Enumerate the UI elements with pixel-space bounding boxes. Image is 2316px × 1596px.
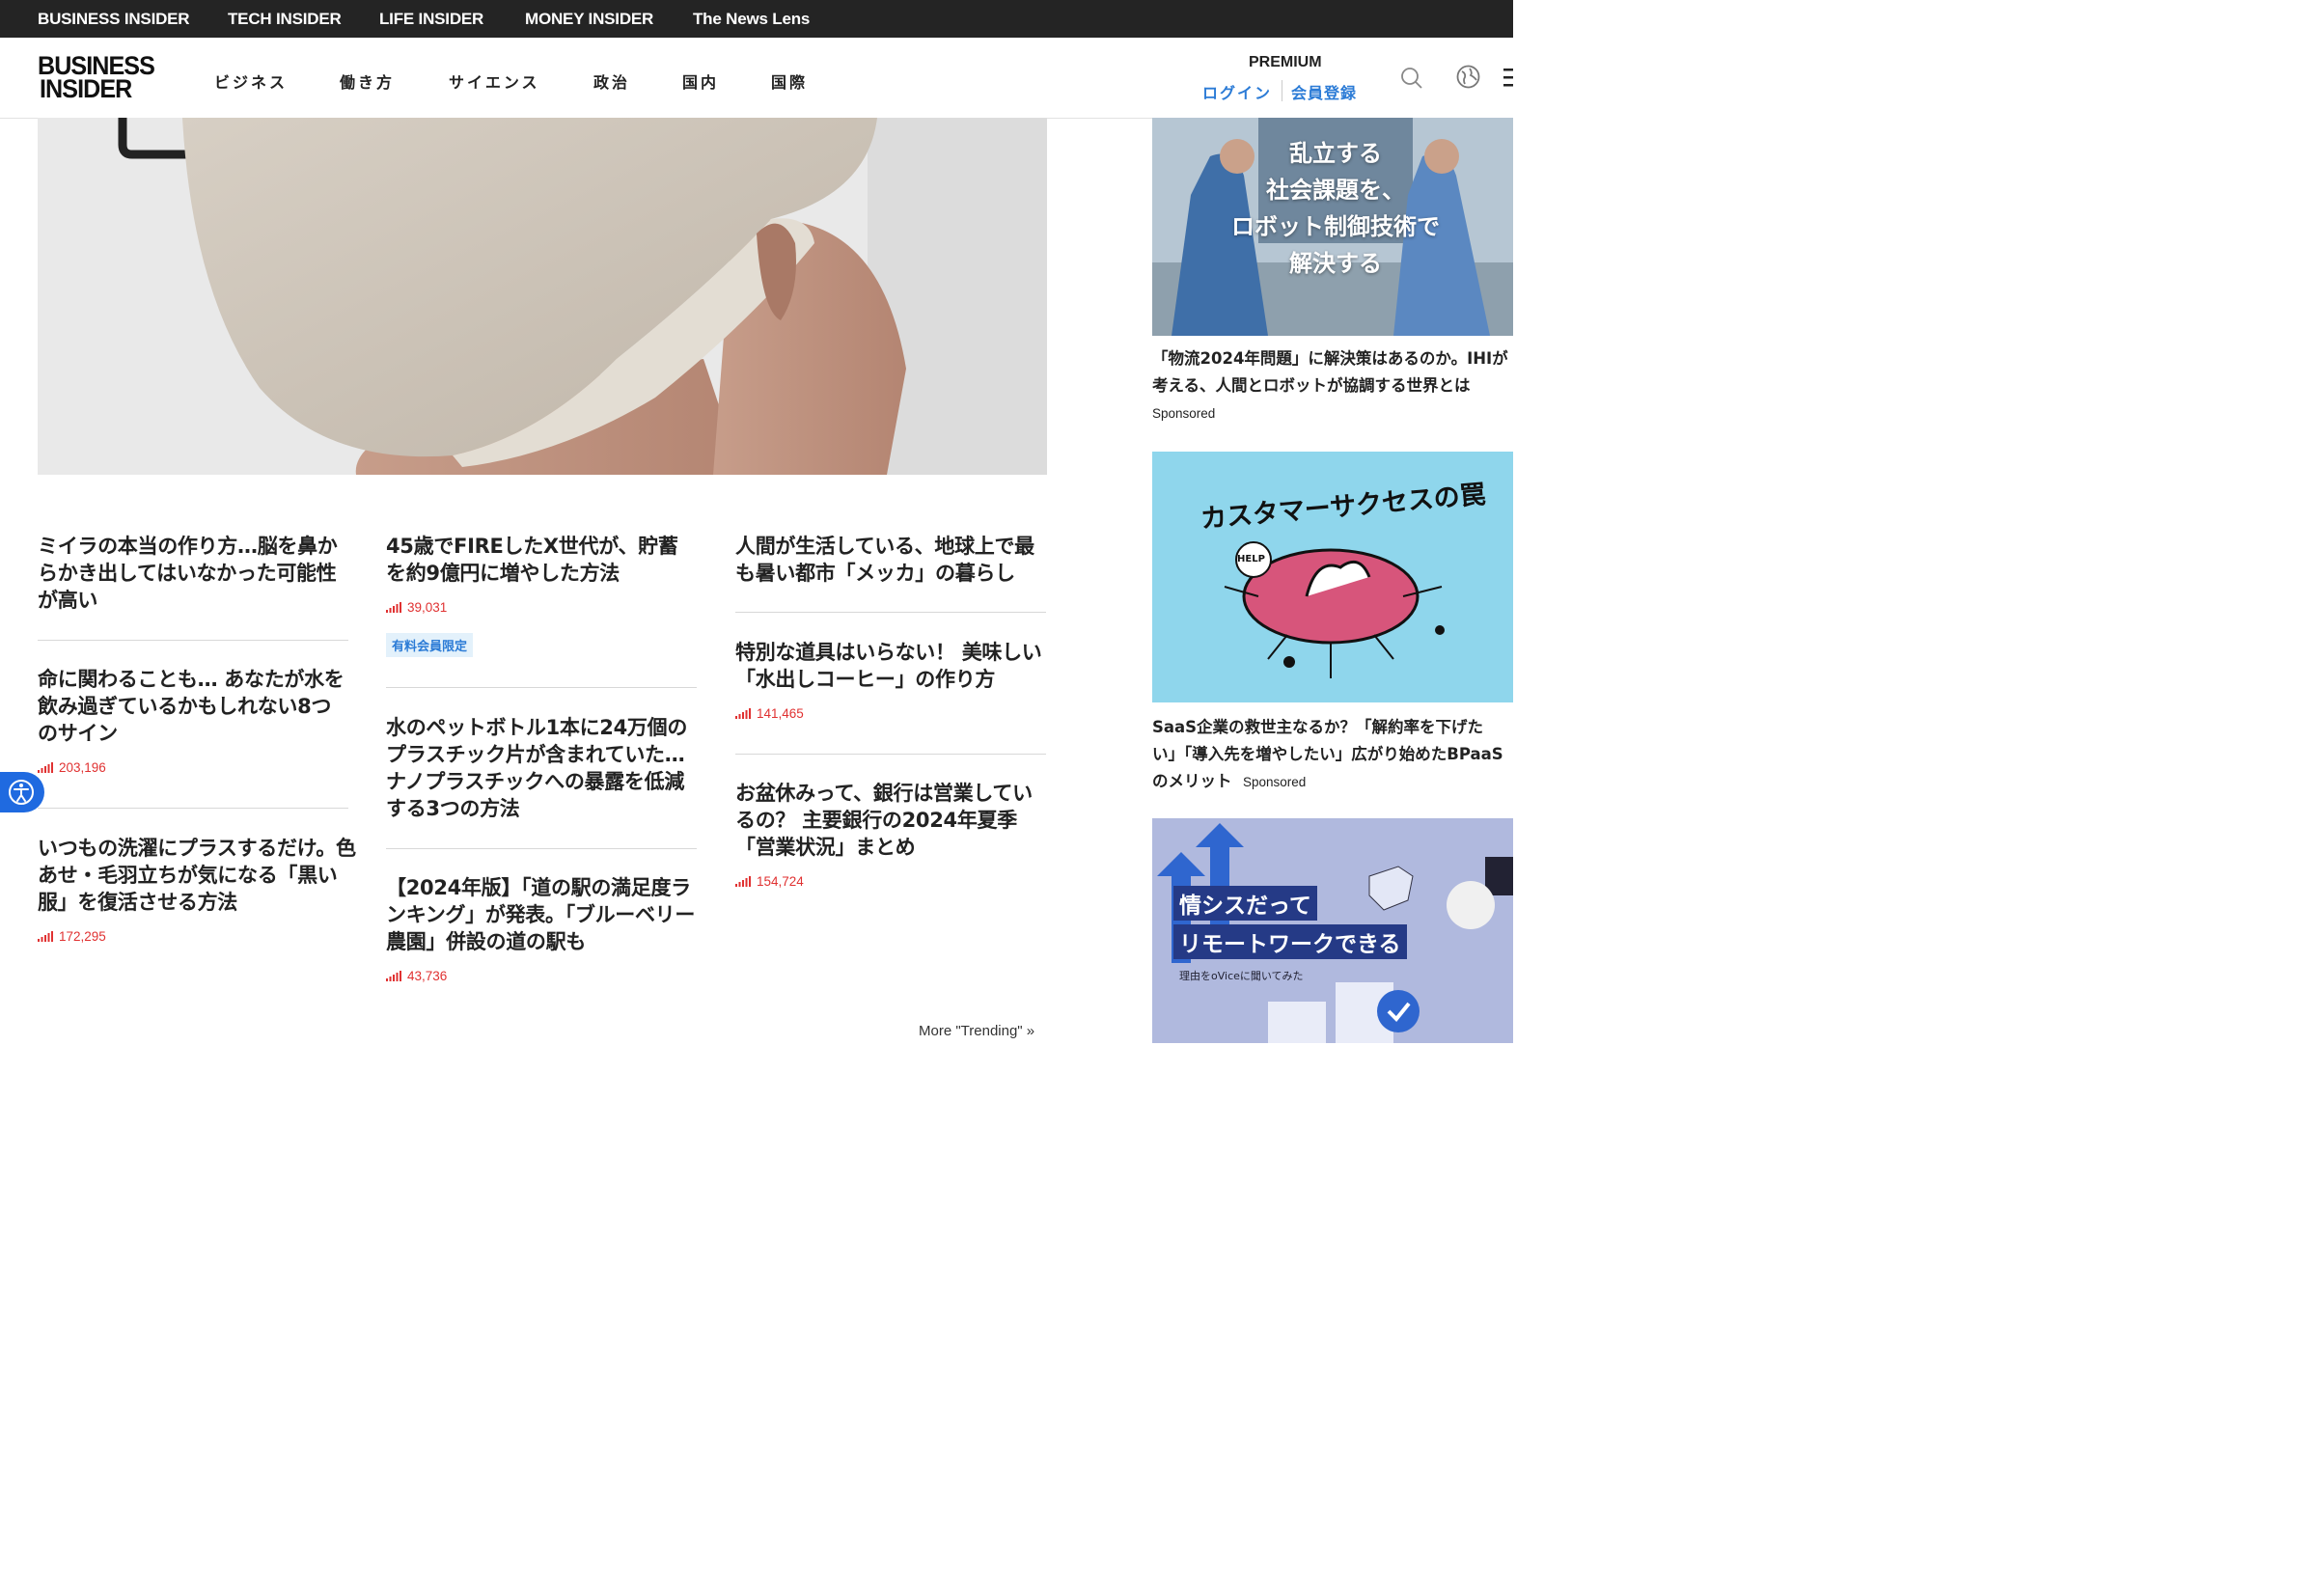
more-trending-link[interactable]: More "Trending" » bbox=[919, 1023, 1034, 1039]
article-card[interactable]: 45歳でFIREしたX世代が、貯蓄を約9億円に増やした方法 39,031 bbox=[386, 533, 697, 615]
article-title[interactable]: 45歳でFIREしたX世代が、貯蓄を約9億円に増やした方法 bbox=[386, 533, 697, 587]
nav-politics[interactable]: 政治 bbox=[593, 69, 630, 93]
ad-title-line: い」「導入先を増やしたい」広がり始めたBPaaS bbox=[1152, 745, 1503, 763]
view-count-value: 141,465 bbox=[757, 706, 804, 721]
nav-science[interactable]: サイエンス bbox=[449, 69, 540, 93]
view-count-value: 43,736 bbox=[407, 969, 448, 983]
ad-title-line: SaaS企業の救世主なるか？「解約率を下げた bbox=[1152, 718, 1484, 736]
view-count-value: 172,295 bbox=[59, 929, 106, 944]
premium-label: PREMIUM bbox=[1249, 54, 1322, 70]
sponsored-ad-image[interactable]: 情シスだって リモートワークできる 理由をoViceに聞いてみた bbox=[1152, 818, 1513, 1043]
ad-headline-line: 乱立する bbox=[1289, 139, 1382, 167]
ad-image-headline-line1: 情シスだって bbox=[1173, 886, 1317, 921]
network-link-money-insider[interactable]: MONEY INSIDER bbox=[525, 0, 653, 38]
article-title[interactable]: 命に関わることも… あなたが水を飲み過ぎているかもしれない8つのサイン bbox=[38, 666, 348, 747]
sponsored-ad-image[interactable]: カスタマーサクセスの罠 HELP bbox=[1152, 452, 1513, 702]
network-link-life-insider[interactable]: LIFE INSIDER bbox=[379, 0, 483, 38]
article-card[interactable]: いつもの洗濯にプラスするだけ。色あせ・毛羽立ちが気になる「黒い服」を復活させる方… bbox=[38, 835, 356, 944]
search-icon[interactable] bbox=[1400, 67, 1423, 94]
site-header: BUSINESS INSIDER ビジネス 働き方 サイエンス 政治 国内 国際… bbox=[0, 38, 1513, 119]
view-count-value: 39,031 bbox=[407, 600, 448, 615]
view-count-value: 154,724 bbox=[757, 874, 804, 889]
article-title[interactable]: 水のペットボトル1本に24万個のプラスチック片が含まれていた…ナノプラスチックへ… bbox=[386, 714, 697, 822]
ad-image-headline: 乱立する 社会課題を、 ロボット制御技術で 解決する bbox=[1220, 135, 1451, 282]
sponsored-ad-title[interactable]: SaaS企業の救世主なるか？「解約率を下げた い」「導入先を増やしたい」広がり始… bbox=[1152, 714, 1513, 796]
article-divider bbox=[38, 640, 348, 641]
accessibility-button[interactable] bbox=[0, 772, 44, 812]
hero-image[interactable] bbox=[38, 118, 1047, 475]
network-link-business-insider[interactable]: BUSINESS INSIDER bbox=[38, 0, 190, 38]
view-count: 141,465 bbox=[735, 706, 1046, 721]
article-divider bbox=[38, 808, 348, 809]
view-count: 172,295 bbox=[38, 929, 356, 944]
sponsored-label: Sponsored bbox=[1152, 406, 1216, 421]
ad-title-line: 「物流2024年問題」に解決策はあるのか。IHIが bbox=[1152, 349, 1508, 368]
network-link-the-news-lens[interactable]: The News Lens bbox=[693, 0, 810, 38]
login-link[interactable]: ログイン bbox=[1202, 80, 1272, 103]
article-divider bbox=[735, 612, 1046, 613]
globe-icon[interactable] bbox=[1456, 65, 1480, 93]
accessibility-icon bbox=[9, 780, 34, 805]
nav-business[interactable]: ビジネス bbox=[214, 69, 288, 93]
ad-headline-line: 社会課題を、 bbox=[1266, 176, 1405, 204]
article-card[interactable]: 【2024年版】「道の駅の満足度ランキング」が発表。「ブルーベリー農園」併設の道… bbox=[386, 874, 704, 983]
ad-image-headline-line2: リモートワークできる bbox=[1173, 924, 1407, 959]
ad-image-subline: 理由をoViceに聞いてみた bbox=[1179, 970, 1304, 982]
ad-title-line: のメリット bbox=[1152, 772, 1232, 790]
article-title[interactable]: ミイラの本当の作り方…脳を鼻からかき出してはいなかった可能性が高い bbox=[38, 533, 348, 614]
trending-bars-icon bbox=[386, 602, 401, 613]
menu-icon[interactable] bbox=[1503, 68, 1513, 91]
nav-domestic[interactable]: 国内 bbox=[682, 69, 719, 93]
network-link-tech-insider[interactable]: TECH INSIDER bbox=[228, 0, 342, 38]
logo-line-2: INSIDER bbox=[40, 74, 132, 103]
view-count: 203,196 bbox=[38, 760, 348, 775]
ad-title-line: 考える、人間とロボットが協調する世界とは bbox=[1152, 376, 1471, 395]
ad-headline-line: 解決する bbox=[1289, 249, 1382, 277]
article-title[interactable]: いつもの洗濯にプラスするだけ。色あせ・毛羽立ちが気になる「黒い服」を復活させる方… bbox=[38, 835, 356, 916]
view-count: 154,724 bbox=[735, 874, 1046, 889]
premium-only-badge: 有料会員限定 bbox=[386, 633, 474, 657]
article-title[interactable]: お盆休みって、銀行は営業しているの？ 主要銀行の2024年夏季「営業状況」まとめ bbox=[735, 780, 1046, 861]
article-title[interactable]: 人間が生活している、地球上で最も暑い都市「メッカ」の暮らし bbox=[735, 533, 1046, 587]
trending-bars-icon bbox=[735, 876, 751, 887]
sponsored-ad-image[interactable]: 乱立する 社会課題を、 ロボット制御技術で 解決する bbox=[1152, 118, 1513, 336]
view-count: 43,736 bbox=[386, 969, 704, 983]
network-bar: BUSINESS INSIDER TECH INSIDER LIFE INSID… bbox=[0, 0, 1513, 38]
trending-bars-icon bbox=[735, 708, 751, 719]
sponsored-label: Sponsored bbox=[1243, 775, 1307, 789]
nav-work-style[interactable]: 働き方 bbox=[340, 69, 395, 93]
article-card[interactable]: ミイラの本当の作り方…脳を鼻からかき出してはいなかった可能性が高い bbox=[38, 533, 348, 614]
article-divider bbox=[386, 687, 697, 688]
view-count-value: 203,196 bbox=[59, 760, 106, 775]
article-title[interactable]: 特別な道具はいらない！ 美味しい「水出しコーヒー」の作り方 bbox=[735, 639, 1046, 693]
article-card[interactable]: 人間が生活している、地球上で最も暑い都市「メッカ」の暮らし bbox=[735, 533, 1046, 587]
article-divider bbox=[386, 848, 697, 849]
signup-link[interactable]: 会員登録 bbox=[1291, 80, 1357, 103]
trending-bars-icon bbox=[386, 971, 401, 981]
trending-bars-icon bbox=[38, 931, 53, 942]
article-card[interactable]: お盆休みって、銀行は営業しているの？ 主要銀行の2024年夏季「営業状況」まとめ… bbox=[735, 780, 1046, 889]
article-card[interactable]: 水のペットボトル1本に24万個のプラスチック片が含まれていた…ナノプラスチックへ… bbox=[386, 714, 697, 822]
view-count: 39,031 bbox=[386, 600, 697, 615]
nav-international[interactable]: 国際 bbox=[771, 69, 808, 93]
article-card[interactable]: 命に関わることも… あなたが水を飲み過ぎているかもしれない8つのサイン 203,… bbox=[38, 666, 348, 775]
article-card[interactable]: 特別な道具はいらない！ 美味しい「水出しコーヒー」の作り方 141,465 bbox=[735, 639, 1046, 721]
help-bubble-text: HELP bbox=[1237, 554, 1265, 564]
article-title[interactable]: 【2024年版】「道の駅の満足度ランキング」が発表。「ブルーベリー農園」併設の道… bbox=[386, 874, 704, 955]
site-logo[interactable]: BUSINESS INSIDER bbox=[38, 53, 173, 103]
sponsored-ad-title[interactable]: 「物流2024年問題」に解決策はあるのか。IHIが 考える、人間とロボットが協調… bbox=[1152, 345, 1513, 399]
ad-headline-line: ロボット制御技術で bbox=[1231, 212, 1440, 240]
article-divider bbox=[735, 754, 1046, 755]
